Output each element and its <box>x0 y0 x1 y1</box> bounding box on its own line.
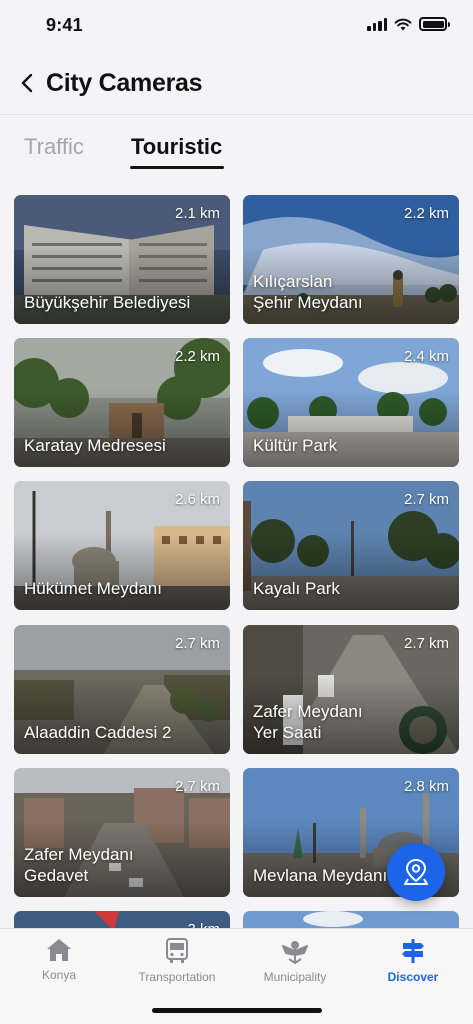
camera-name: Hükümet Meydanı <box>24 579 162 598</box>
active-tab-indicator <box>130 166 224 169</box>
nav-label: Konya <box>41 968 77 982</box>
header: City Cameras <box>0 58 473 110</box>
camera-card-alaaddin-caddesi-2[interactable]: 2.7 km Alaaddin Caddesi 2 <box>14 625 230 754</box>
camera-grid: 2.1 km Büyükşehir Belediyesi 2.2 km Kılı… <box>14 195 459 930</box>
camera-distance: 2.2 km <box>403 205 449 222</box>
camera-card-buyuksehir-belediyesi[interactable]: 2.1 km Büyükşehir Belediyesi <box>14 195 230 324</box>
camera-distance: 2.7 km <box>174 635 220 652</box>
map-view-button[interactable] <box>387 843 445 901</box>
camera-name: Mevlana Meydanı <box>253 866 388 885</box>
camera-name: Büyükşehir Belediyesi <box>24 293 191 312</box>
camera-distance: 2.7 km <box>403 491 449 508</box>
camera-name: Kılıçarslan Şehir Meydanı <box>253 272 363 312</box>
nav-municipality[interactable]: Municipality <box>236 937 354 984</box>
status-time: 9:41 <box>46 15 83 35</box>
camera-name: Alaaddin Caddesi 2 <box>24 723 172 742</box>
nav-label: Municipality <box>263 970 327 984</box>
battery-icon <box>419 17 450 31</box>
nav-konya[interactable]: Konya <box>0 937 118 982</box>
camera-distance: 2.1 km <box>174 205 220 222</box>
nav-label: Discover <box>387 970 439 984</box>
camera-name: Zafer Meydanı Yer Saati <box>253 702 363 742</box>
camera-distance: 2.8 km <box>403 778 449 795</box>
camera-card-karatay-medresesi[interactable]: 2.2 km Karatay Medresesi <box>14 338 230 467</box>
status-bar: 9:41 <box>0 0 473 52</box>
camera-name: Kültür Park <box>253 436 338 455</box>
camera-distance: 2.6 km <box>174 491 220 508</box>
nav-transportation[interactable]: Transportation <box>118 937 236 984</box>
camera-name: Karatay Medresesi <box>24 436 166 455</box>
nav-label: Transportation <box>138 970 216 984</box>
home-icon <box>47 939 71 961</box>
camera-card-zafer-meydani-gedavet[interactable]: 2.7 km Zafer Meydanı Gedavet <box>14 768 230 897</box>
bus-icon <box>166 938 188 963</box>
camera-card-kayali-park[interactable]: 2.7 km Kayalı Park <box>243 481 459 610</box>
wifi-icon <box>394 18 412 30</box>
cellular-signal-icon <box>367 17 387 31</box>
nav-discover[interactable]: Discover <box>354 937 472 984</box>
camera-card-kultur-park[interactable]: 2.4 km Kültür Park <box>243 338 459 467</box>
category-tabs: Traffic Touristic <box>0 132 473 172</box>
camera-name: Kayalı Park <box>253 579 340 598</box>
camera-distance: 2.2 km <box>174 348 220 365</box>
city-cameras-screen: 9:41 City Cameras Traffic Touristic 2.1 … <box>0 0 473 1024</box>
camera-distance: 2.4 km <box>403 348 449 365</box>
chevron-left-icon <box>21 73 33 93</box>
page-title: City Cameras <box>46 69 203 97</box>
camera-distance: 2.7 km <box>174 778 220 795</box>
home-indicator <box>152 1008 322 1013</box>
signpost-icon <box>402 939 424 963</box>
camera-card-zafer-meydani-yer-saati[interactable]: 2.7 km Zafer Meydanı Yer Saati <box>243 625 459 754</box>
header-divider <box>0 114 473 115</box>
municipality-emblem-icon <box>282 941 308 965</box>
camera-card-kilicarslan-sehir-meydani[interactable]: 2.2 km Kılıçarslan Şehir Meydanı <box>243 195 459 324</box>
tab-touristic[interactable]: Touristic <box>131 134 222 160</box>
tab-traffic[interactable]: Traffic <box>24 134 84 160</box>
camera-name: Zafer Meydanı Gedavet <box>24 845 134 885</box>
map-pin-icon <box>404 858 428 885</box>
camera-card-hukumet-meydani[interactable]: 2.6 km Hükümet Meydanı <box>14 481 230 610</box>
status-icons <box>367 17 450 31</box>
camera-distance: 2.7 km <box>403 635 449 652</box>
back-button[interactable] <box>12 68 42 98</box>
